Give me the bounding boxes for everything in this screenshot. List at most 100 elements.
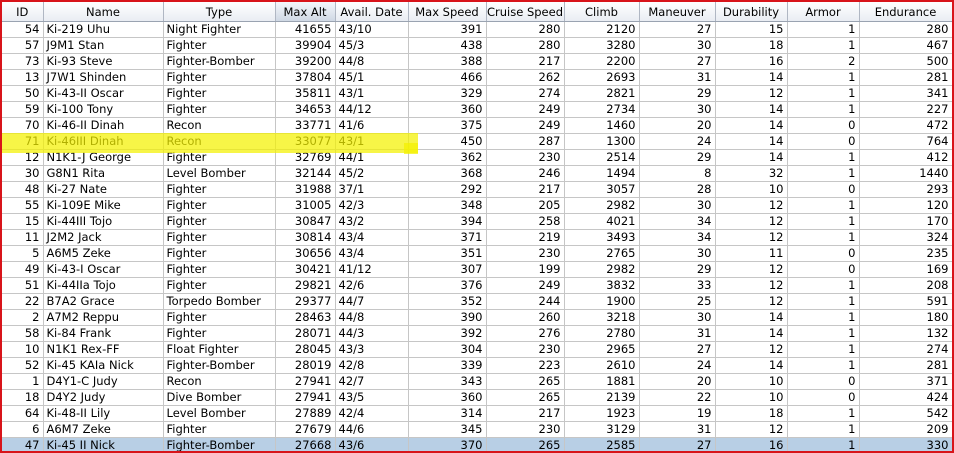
cell-type[interactable]: Fighter: [163, 197, 276, 214]
cell-max-alt[interactable]: 27668: [275, 437, 336, 451]
cell-name[interactable]: Ki-84 Frank: [43, 325, 164, 342]
cell-id[interactable]: 51: [2, 277, 44, 294]
cell-max-alt[interactable]: 29377: [275, 293, 336, 310]
cell-max-speed[interactable]: 371: [408, 229, 487, 246]
cell-max-speed[interactable]: 376: [408, 277, 487, 294]
cell-type[interactable]: Recon: [163, 117, 276, 134]
cell-id[interactable]: 71: [2, 133, 44, 150]
cell-id[interactable]: 5: [2, 245, 44, 262]
cell-climb[interactable]: 2734: [564, 101, 640, 118]
cell-cruise-speed[interactable]: 280: [486, 21, 565, 38]
cell-max-alt[interactable]: 30847: [275, 213, 336, 230]
cell-maneuver[interactable]: 30: [639, 101, 716, 118]
cell-armor[interactable]: 1: [787, 149, 860, 166]
table-row[interactable]: 52 Ki-45 KAIa Nick Fighter-Bomber 28019 42/8…: [2, 357, 952, 374]
cell-type[interactable]: Level Bomber: [163, 405, 276, 422]
cell-avail-date[interactable]: 45/3: [335, 37, 409, 54]
cell-type[interactable]: Fighter: [163, 277, 276, 294]
table-row[interactable]: 70 Ki-46-II Dinah Recon 33771 41/6 375 249 1460…: [2, 117, 952, 134]
column-header-endurance[interactable]: Endurance: [859, 2, 952, 22]
cell-maneuver[interactable]: 27: [639, 437, 716, 451]
cell-durability[interactable]: 10: [715, 181, 788, 198]
cell-endurance[interactable]: 371: [859, 373, 952, 390]
cell-climb[interactable]: 1494: [564, 165, 640, 182]
cell-max-speed[interactable]: 292: [408, 181, 487, 198]
cell-type[interactable]: Fighter-Bomber: [163, 357, 276, 374]
cell-id[interactable]: 59: [2, 101, 44, 118]
cell-name[interactable]: D4Y1-C Judy: [43, 373, 164, 390]
cell-cruise-speed[interactable]: 258: [486, 213, 565, 230]
cell-max-speed[interactable]: 368: [408, 165, 487, 182]
cell-armor[interactable]: 1: [787, 197, 860, 214]
cell-max-alt[interactable]: 28045: [275, 341, 336, 358]
cell-durability[interactable]: 12: [715, 229, 788, 246]
cell-endurance[interactable]: 324: [859, 229, 952, 246]
cell-cruise-speed[interactable]: 280: [486, 37, 565, 54]
cell-climb[interactable]: 2982: [564, 197, 640, 214]
cell-name[interactable]: N1K1-J George: [43, 149, 164, 166]
cell-armor[interactable]: 0: [787, 117, 860, 134]
cell-avail-date[interactable]: 43/1: [335, 85, 409, 102]
cell-climb[interactable]: 2610: [564, 357, 640, 374]
cell-maneuver[interactable]: 25: [639, 293, 716, 310]
cell-durability[interactable]: 16: [715, 53, 788, 70]
table-row[interactable]: 22 B7A2 Grace Torpedo Bomber 29377 44/7 352 24…: [2, 293, 952, 310]
table-row[interactable]: 15 Ki-44III Tojo Fighter 30847 43/2 394 258 402…: [2, 213, 952, 230]
cell-armor[interactable]: 1: [787, 437, 860, 451]
table-row[interactable]: 58 Ki-84 Frank Fighter 28071 44/3 392 276 2780 3…: [2, 325, 952, 342]
cell-name[interactable]: Ki-45 KAIa Nick: [43, 357, 164, 374]
cell-endurance[interactable]: 170: [859, 213, 952, 230]
table-row[interactable]: 10 N1K1 Rex-FF Float Fighter 28045 43/3 304 23…: [2, 341, 952, 358]
cell-endurance[interactable]: 274: [859, 341, 952, 358]
cell-avail-date[interactable]: 41/12: [335, 261, 409, 278]
cell-avail-date[interactable]: 44/8: [335, 53, 409, 70]
cell-max-speed[interactable]: 390: [408, 309, 487, 326]
cell-name[interactable]: A7M2 Reppu: [43, 309, 164, 326]
cell-endurance[interactable]: 209: [859, 421, 952, 438]
table-row[interactable]: 1 D4Y1-C Judy Recon 27941 42/7 343 265 1881 20 10…: [2, 373, 952, 390]
cell-maneuver[interactable]: 27: [639, 341, 716, 358]
cell-max-speed[interactable]: 307: [408, 261, 487, 278]
cell-endurance[interactable]: 542: [859, 405, 952, 422]
column-header-armor[interactable]: Armor: [787, 2, 860, 22]
cell-name[interactable]: Ki-45 II Nick: [43, 437, 164, 451]
cell-id[interactable]: 57: [2, 37, 44, 54]
cell-max-alt[interactable]: 28019: [275, 357, 336, 374]
cell-cruise-speed[interactable]: 249: [486, 277, 565, 294]
cell-max-alt[interactable]: 32144: [275, 165, 336, 182]
cell-armor[interactable]: 1: [787, 85, 860, 102]
cell-name[interactable]: Ki-27 Nate: [43, 181, 164, 198]
cell-type[interactable]: Fighter: [163, 85, 276, 102]
cell-armor[interactable]: 0: [787, 261, 860, 278]
cell-maneuver[interactable]: 29: [639, 261, 716, 278]
cell-armor[interactable]: 0: [787, 245, 860, 262]
cell-avail-date[interactable]: 42/3: [335, 197, 409, 214]
cell-climb[interactable]: 2693: [564, 69, 640, 86]
cell-climb[interactable]: 4021: [564, 213, 640, 230]
cell-type[interactable]: Fighter: [163, 37, 276, 54]
cell-max-alt[interactable]: 30656: [275, 245, 336, 262]
cell-cruise-speed[interactable]: 219: [486, 229, 565, 246]
cell-type[interactable]: Fighter: [163, 421, 276, 438]
cell-avail-date[interactable]: 43/3: [335, 341, 409, 358]
cell-name[interactable]: G8N1 Rita: [43, 165, 164, 182]
cell-max-speed[interactable]: 314: [408, 405, 487, 422]
cell-armor[interactable]: 1: [787, 101, 860, 118]
cell-cruise-speed[interactable]: 265: [486, 373, 565, 390]
cell-durability[interactable]: 14: [715, 309, 788, 326]
cell-id[interactable]: 64: [2, 405, 44, 422]
cell-endurance[interactable]: 424: [859, 389, 952, 406]
cell-cruise-speed[interactable]: 287: [486, 133, 565, 150]
cell-maneuver[interactable]: 30: [639, 197, 716, 214]
cell-avail-date[interactable]: 41/6: [335, 117, 409, 134]
cell-max-alt[interactable]: 41655: [275, 21, 336, 38]
column-header-id[interactable]: ID: [2, 2, 44, 22]
cell-name[interactable]: Ki-219 Uhu: [43, 21, 164, 38]
cell-cruise-speed[interactable]: 244: [486, 293, 565, 310]
cell-max-alt[interactable]: 28463: [275, 309, 336, 326]
cell-type[interactable]: Fighter: [163, 213, 276, 230]
cell-type[interactable]: Night Fighter: [163, 21, 276, 38]
cell-avail-date[interactable]: 43/1: [335, 133, 409, 150]
cell-type[interactable]: Fighter-Bomber: [163, 53, 276, 70]
cell-id[interactable]: 15: [2, 213, 44, 230]
